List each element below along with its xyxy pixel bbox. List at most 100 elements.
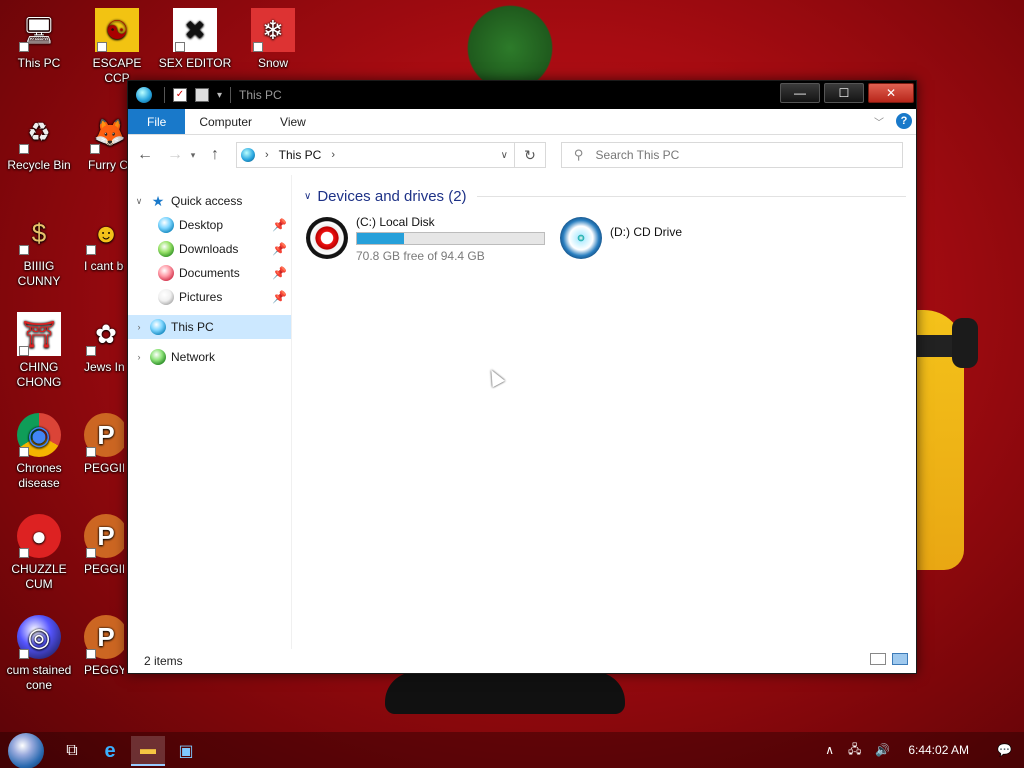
desktop-icon-cant[interactable]: ☻ I cant be how FUC — [84, 211, 124, 274]
breadcrumb-this-pc[interactable]: This PC — [279, 148, 322, 162]
desktop-icon-escape-ccp[interactable]: ☯ ESCAPE CCP — [80, 8, 154, 86]
desktop-icon-ching-chong[interactable]: ⛩ CHING CHONG — [2, 312, 76, 390]
desktop-icon-jews[interactable]: ✿ Jews Inv Palesti — [84, 312, 124, 375]
network-icon[interactable]: 🖧 — [848, 740, 861, 761]
desktop-icon-chuzzle[interactable]: ● CHUZZLE CUM — [2, 514, 76, 592]
taskbar: ⧉ e ▬ ▣ ∧ 🖧 🔊 6:44:02 AM 💬 — [0, 732, 1024, 768]
mouse-cursor-icon — [485, 366, 505, 388]
drive-c[interactable]: (C:) Local Disk 70.8 GB free of 94.4 GB — [302, 211, 556, 267]
app-window-icon[interactable]: ▣ — [169, 736, 203, 766]
up-arrow-icon[interactable]: ↑ — [204, 144, 226, 166]
chevron-right-icon[interactable]: › — [128, 352, 150, 362]
edge-icon[interactable]: e — [93, 736, 127, 766]
status-bar: 2 items — [128, 649, 916, 673]
p-icon: P — [84, 514, 124, 558]
desktop-icon-this-pc[interactable]: 🖥 This PC — [2, 8, 76, 71]
file-explorer-icon[interactable]: ▬ — [131, 736, 165, 766]
close-button[interactable]: ✕ — [868, 83, 914, 103]
p-icon: P — [84, 413, 124, 457]
tab-file[interactable]: File — [128, 109, 186, 134]
desktop-icon-label: cum stained cone — [6, 663, 72, 692]
tree-item-label: Downloads — [179, 242, 239, 256]
desktop-icon-big[interactable]: $ BIIIIG CUNNY — [2, 211, 76, 289]
documents-icon — [158, 265, 174, 281]
desktop-icon-snow[interactable]: ❄ Snow — [236, 8, 310, 71]
notification-icon[interactable]: 💬 — [997, 743, 1012, 757]
tree-item-label: Quick access — [171, 194, 243, 208]
back-arrow-icon[interactable]: ← — [134, 144, 156, 166]
chevron-down-icon[interactable]: ∨ — [304, 191, 311, 202]
desktop-icon-furry[interactable]: 🦊 Furry Co — [88, 110, 128, 173]
content-pane: ∨ Devices and drives (2) (C:) Local Disk… — [292, 175, 916, 649]
clock[interactable]: 6:44:02 AM — [908, 743, 969, 757]
tree-item-this-pc[interactable]: › This PC — [128, 315, 291, 339]
tree-item-quick-access[interactable]: ∨ ★ Quick access — [128, 189, 291, 213]
tree-item-documents[interactable]: Documents 📌 — [128, 261, 291, 285]
chevron-down-icon[interactable]: ∨ — [128, 196, 150, 207]
pin-icon[interactable]: 📌 — [272, 290, 287, 304]
properties-icon[interactable]: ✓ — [173, 88, 187, 102]
star-icon: ★ — [151, 193, 165, 209]
address-bar[interactable]: › This PC › ∨ — [236, 142, 515, 168]
desktop-icon-chrones[interactable]: ◉ Chrones disease — [2, 413, 76, 491]
forward-arrow-icon[interactable]: → — [164, 144, 186, 166]
title-bar[interactable]: ✓ ▾ This PC — ☐ ✕ — [128, 81, 916, 109]
app-icon: ☯ — [95, 8, 139, 52]
chevron-right-icon[interactable]: › — [128, 322, 150, 332]
pin-icon[interactable]: 📌 — [272, 242, 287, 256]
new-folder-icon[interactable] — [195, 88, 209, 102]
minimize-button[interactable]: — — [780, 83, 820, 103]
drive-d[interactable]: (D:) CD Drive — [556, 211, 810, 267]
item-count: 2 items — [144, 654, 183, 668]
tree-item-downloads[interactable]: Downloads 📌 — [128, 237, 291, 261]
downloads-icon — [158, 241, 174, 257]
explorer-window: ✓ ▾ This PC — ☐ ✕ File Computer View ﹀ ?… — [127, 80, 917, 674]
tree-item-pictures[interactable]: Pictures 📌 — [128, 285, 291, 309]
desktop-icon-peggii[interactable]: P PEGGII LMFAOO — [84, 413, 124, 476]
ribbon-tabs: File Computer View ﹀ ? — [128, 109, 916, 135]
pin-icon[interactable]: 📌 — [272, 218, 287, 232]
tree-item-label: Desktop — [179, 218, 224, 232]
search-box[interactable]: ⚲ Search This PC — [561, 142, 903, 168]
navigation-bar: ← → ▾ ↑ › This PC › ∨ ↻ ⚲ Search This PC — [128, 135, 916, 175]
task-view-icon[interactable]: ⧉ — [55, 736, 89, 766]
desktop-icon-cone[interactable]: ◎ cum stained cone — [2, 615, 76, 693]
chevron-right-icon[interactable]: › — [265, 149, 269, 161]
group-title: Devices and drives (2) — [317, 187, 467, 205]
chevron-up-icon[interactable]: ∧ — [825, 743, 834, 757]
start-button[interactable] — [8, 733, 44, 768]
snow-icon: ❄ — [251, 8, 295, 52]
desktop-icon-label: BIIIIG CUNNY — [17, 259, 61, 288]
tree-item-desktop[interactable]: Desktop 📌 — [128, 213, 291, 237]
desktop-icon-pegging[interactable]: P PEGGING — [84, 514, 124, 577]
maximize-button[interactable]: ☐ — [824, 83, 864, 103]
customize-quick-access-icon[interactable]: ▾ — [217, 90, 222, 101]
tree-item-label: Documents — [179, 266, 240, 280]
volume-icon[interactable]: 🔊 — [875, 743, 890, 757]
refresh-button[interactable]: ↻ — [515, 142, 546, 168]
tree-item-network[interactable]: › Network — [128, 345, 291, 369]
large-icons-view-icon[interactable] — [892, 653, 908, 665]
wallpaper-minion-hand — [952, 318, 978, 368]
desktop-icon-label: PEGGING — [84, 562, 124, 576]
desktop-icon-recycle-bin[interactable]: ♻ Recycle Bin — [2, 110, 76, 173]
recent-locations-icon[interactable]: ▾ — [186, 144, 200, 166]
group-header-devices[interactable]: ∨ Devices and drives (2) — [302, 185, 916, 207]
desktop-icon-peggy-hill[interactable]: P PEGGY HILL — [84, 615, 124, 678]
desktop-icon-label: Chrones disease — [16, 461, 62, 490]
chevron-right-icon[interactable]: › — [331, 149, 335, 161]
pin-icon[interactable]: 📌 — [272, 266, 287, 280]
details-view-icon[interactable] — [870, 653, 886, 665]
chevron-down-icon[interactable]: ∨ — [501, 150, 508, 161]
navigation-pane: ∨ ★ Quick access Desktop 📌 Downloads 📌 D… — [128, 175, 292, 649]
local-disk-icon — [306, 217, 348, 259]
tab-computer[interactable]: Computer — [185, 109, 266, 134]
this-pc-icon: 🖥 — [17, 8, 61, 52]
desktop-icon-sex-editor[interactable]: ✖ SEX EDITOR — [158, 8, 232, 71]
tab-view[interactable]: View — [266, 109, 320, 134]
desktop-icon-label: This PC — [17, 56, 61, 70]
help-icon[interactable]: ? — [896, 113, 912, 129]
wallpaper-feet — [385, 672, 625, 714]
desktop-icon-label: Jews Inv Palesti — [84, 360, 124, 374]
expand-ribbon-icon[interactable]: ﹀ — [874, 114, 884, 129]
